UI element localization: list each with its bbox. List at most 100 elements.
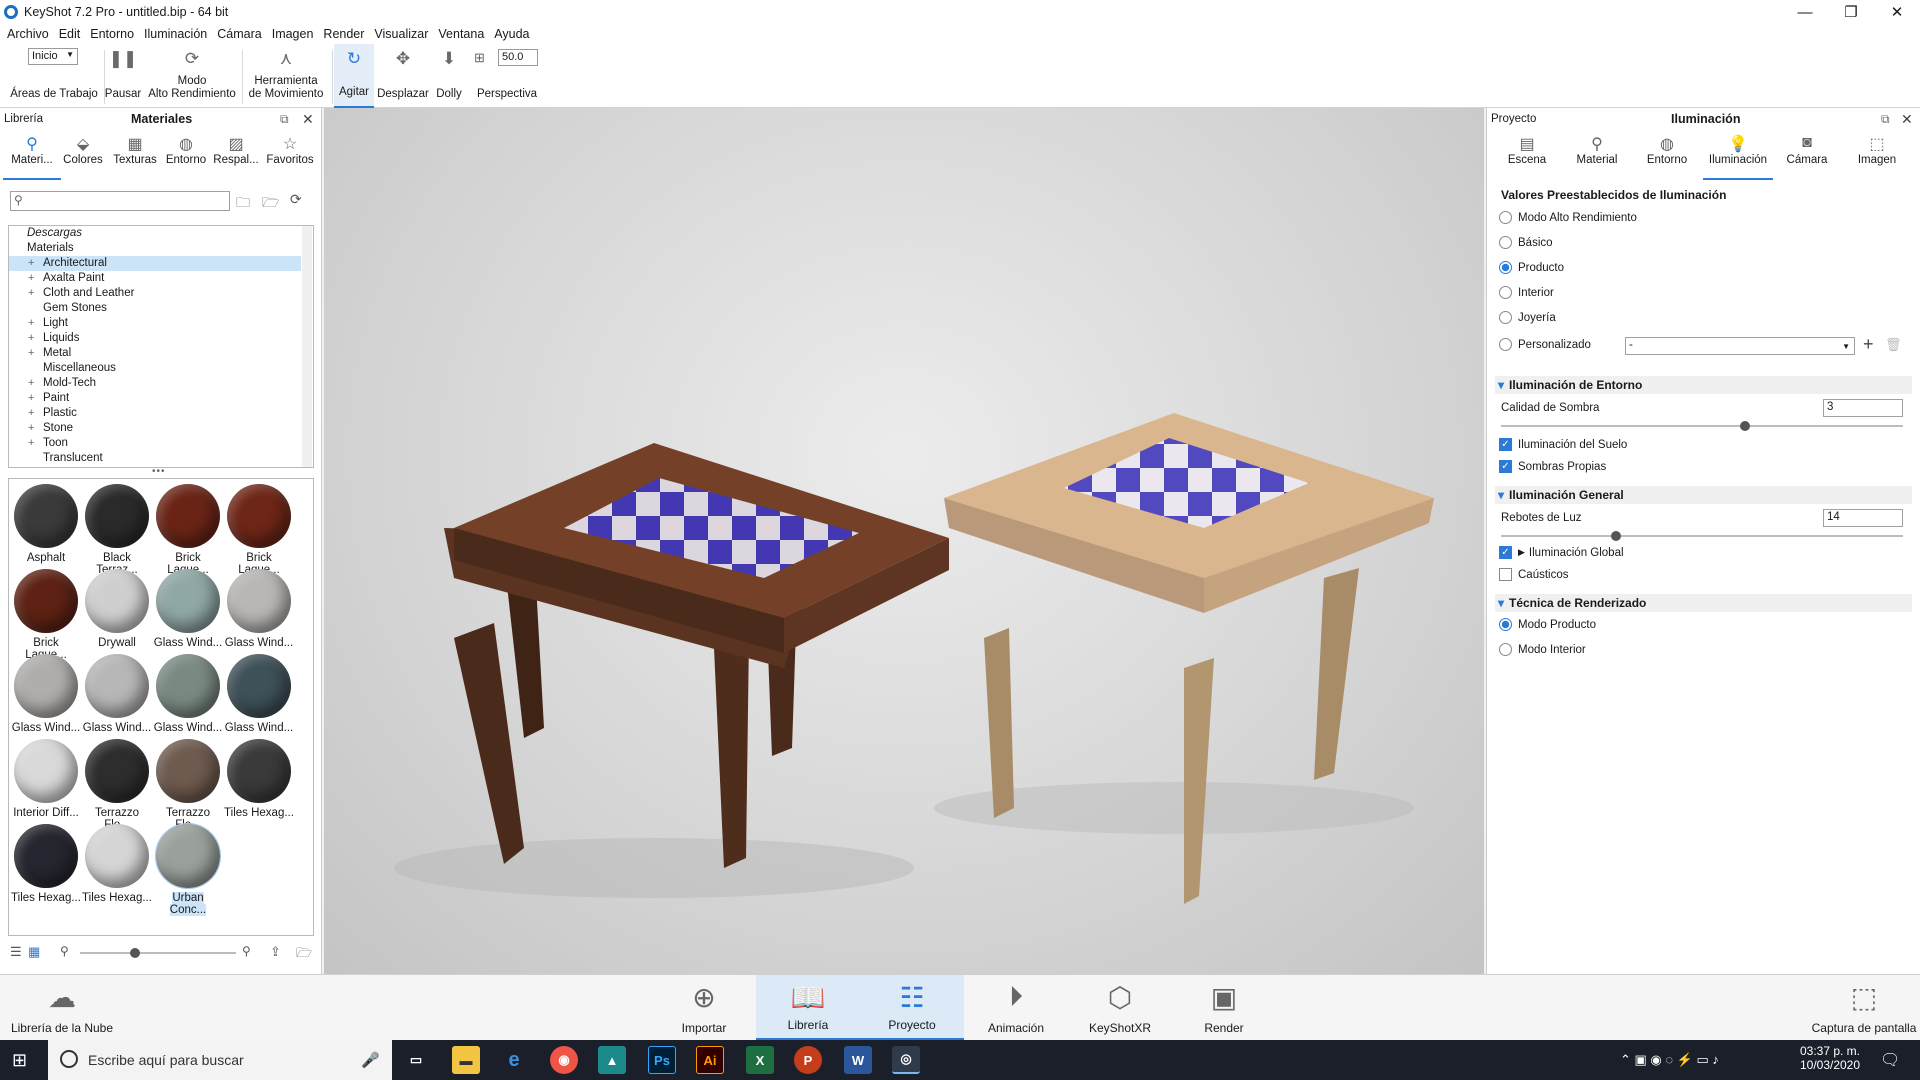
menu-edit[interactable]: Edit [54,27,86,41]
perspective-button[interactable]: Perspectiva [472,44,542,108]
ray-bounces-slider[interactable] [1501,531,1903,541]
tab-scene[interactable]: ▤ Escena [1497,130,1557,180]
tab-camera[interactable]: ◙ Cámara [1777,130,1837,180]
library-button[interactable]: 📖 Librería [756,975,860,1041]
tab-colors[interactable]: ⬙ Colores [60,130,106,180]
material-thumbnail[interactable]: Brick Laque... [224,481,294,576]
radio-button[interactable] [1499,286,1512,299]
menu-visualizar[interactable]: Visualizar [369,27,433,41]
illustrator-icon[interactable]: Ai [696,1046,724,1074]
preset-basic[interactable]: Básico [1499,236,1553,249]
shadow-quality-slider[interactable] [1501,421,1903,431]
tree-item-stone[interactable]: + Stone [9,421,313,436]
caustics-checkbox[interactable]: Caústicos [1499,568,1569,581]
taskbar-search[interactable]: Escribe aquí para buscar 🎤 [48,1040,392,1080]
pause-button[interactable]: ❚❚ Pausar [104,44,142,108]
expand-icon[interactable]: + [28,421,34,436]
expand-icon[interactable]: + [28,271,34,286]
material-thumbnail[interactable]: Glass Wind... [153,566,223,651]
render-viewport[interactable] [324,108,1484,974]
material-thumbnail[interactable]: Glass Wind... [11,651,81,736]
material-thumbnail[interactable]: Asphalt [11,481,81,566]
zoom-in-icon[interactable]: ⚲ [242,944,251,958]
folder-icon[interactable]: 🗁 [296,944,312,966]
material-thumbnail[interactable]: Glass Wind... [224,566,294,651]
ray-bounces-input[interactable]: 14 [1823,509,1903,527]
pan-button[interactable]: ✥ Desplazar [376,44,430,108]
tab-textures[interactable]: ▦ Texturas [108,130,162,180]
list-view-icon[interactable]: ☰ [10,944,22,960]
close-panel-icon[interactable]: ✕ [302,111,314,128]
tree-item-cloth-leather[interactable]: + Cloth and Leather [9,286,313,301]
folder-add-icon[interactable]: 🗁 [262,192,279,216]
grid-view-icon[interactable]: ▦ [28,944,40,960]
microphone-icon[interactable]: 🎤 [361,1051,380,1069]
preset-jewelry[interactable]: Joyería [1499,311,1556,324]
tree-item-gem-stones[interactable]: Gem Stones [9,301,313,316]
tree-downloads[interactable]: Descargas [9,226,313,241]
expand-icon[interactable]: + [28,391,34,406]
tumble-button[interactable]: ↻ Agitar [334,44,374,108]
material-thumbnail[interactable]: Terrazzo Flo... [153,736,223,831]
tree-item-architectural[interactable]: + Architectural [9,256,301,271]
tree-scrollbar[interactable] [302,226,312,467]
radio-button[interactable] [1499,643,1512,656]
animation-button[interactable]: ⏵ Animación [964,975,1068,1041]
upload-icon[interactable]: ⇪ [270,944,281,960]
task-view-icon[interactable]: ▭ [402,1046,430,1074]
tree-item-light[interactable]: + Light [9,316,313,331]
powerpoint-icon[interactable]: P [794,1046,822,1074]
performance-mode-button[interactable]: ⟳ Modo Alto Rendimiento [146,44,238,108]
screenshot-button[interactable]: ⬚ Captura de pantalla [1808,975,1920,1041]
checkbox-checked[interactable]: ✓ [1499,460,1512,473]
dolly-button[interactable]: ⬇ Dolly [432,44,466,108]
tree-item-mold-tech[interactable]: + Mold-Tech [9,376,313,391]
notifications-icon[interactable]: 🗨 [1880,1050,1900,1070]
material-thumbnail[interactable]: Interior Diff... [11,736,81,821]
menu-ventana[interactable]: Ventana [433,27,489,41]
splitter-handle[interactable]: ••• [152,466,166,477]
tree-item-miscellaneous[interactable]: Miscellaneous [9,361,313,376]
expand-icon[interactable]: + [28,286,34,301]
preset-interior[interactable]: Interior [1499,286,1554,299]
refresh-icon[interactable]: ⟳ [290,191,302,208]
close-panel-icon[interactable]: ✕ [1901,111,1913,128]
radio-button[interactable] [1499,311,1512,324]
tab-lighting[interactable]: 💡 Iluminación [1703,130,1773,180]
menu-render[interactable]: Render [318,27,369,41]
preset-custom[interactable]: Personalizado [1499,338,1591,351]
material-thumbnail-selected[interactable]: Urban Conc... [153,821,223,916]
photoshop-icon[interactable]: Ps [648,1046,676,1074]
section-general-lighting[interactable]: Iluminación General [1495,486,1912,504]
custom-preset-select[interactable]: - ▼ [1625,337,1855,355]
edge-icon[interactable]: e [500,1046,528,1074]
material-thumbnail[interactable]: Tiles Hexag... [82,821,152,906]
expand-icon[interactable]: + [28,406,34,421]
file-explorer-icon[interactable]: ▬ [452,1046,480,1074]
render-mode-interior[interactable]: Modo Interior [1499,643,1586,656]
tree-item-translucent[interactable]: Translucent [9,451,313,466]
material-thumbnail[interactable]: Tiles Hexag... [224,736,294,821]
expand-icon[interactable]: + [28,436,34,451]
radio-button[interactable] [1499,211,1512,224]
radio-button[interactable] [1499,338,1512,351]
thumbnail-size-slider[interactable] [80,948,236,958]
expand-arrow-icon[interactable]: ▶ [1518,547,1525,558]
slider-knob[interactable] [1740,421,1751,431]
maximize-button[interactable]: ❐ [1828,0,1874,24]
clock[interactable]: 03:37 p. m. 10/03/2020 [1790,1044,1870,1072]
checkbox-checked[interactable]: ✓ [1499,546,1512,559]
excel-icon[interactable]: X [746,1046,774,1074]
workspaces-button[interactable]: Áreas de Trabajo [6,44,102,108]
self-shadows-checkbox[interactable]: ✓ Sombras Propias [1499,460,1606,473]
material-thumbnail[interactable]: Drywall [82,566,152,651]
preset-product[interactable]: Producto [1499,261,1564,274]
tree-item-axalta-paint[interactable]: + Axalta Paint [9,271,313,286]
project-button[interactable]: ☷ Proyecto [860,975,964,1041]
tree-item-plastic[interactable]: + Plastic [9,406,313,421]
windows-start-icon[interactable]: ⊞ [12,1050,27,1071]
tab-backplates[interactable]: ▨ Respal... [210,130,262,180]
tab-materials[interactable]: ⚲ Materi... [3,130,61,180]
zoom-out-icon[interactable]: ⚲ [60,944,69,958]
shadow-quality-input[interactable]: 3 [1823,399,1903,417]
